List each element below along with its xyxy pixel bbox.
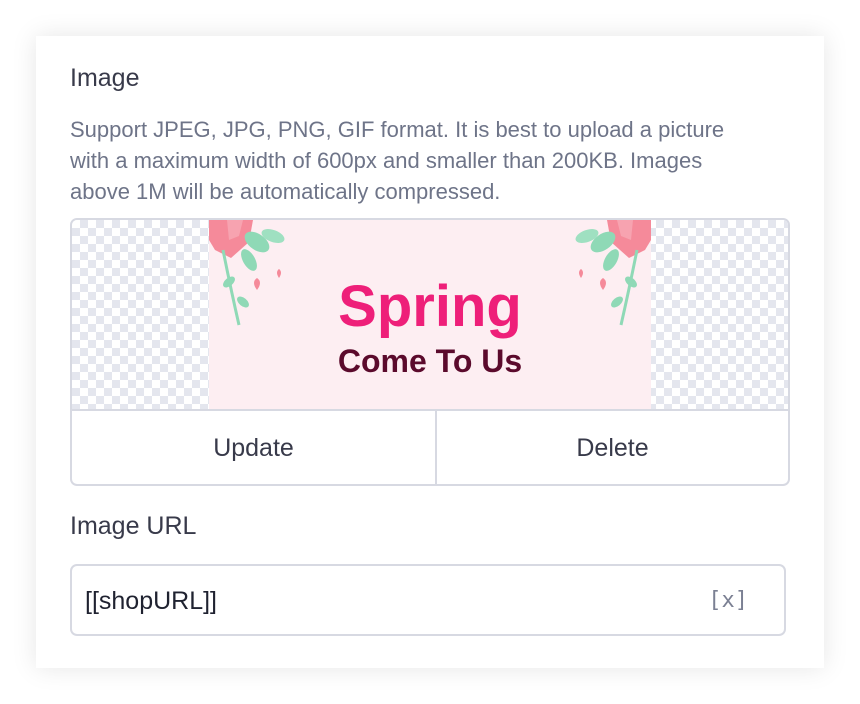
right-floral-decoration: [575, 220, 651, 326]
image-settings-panel: Image Support JPEG, JPG, PNG, GIF format…: [36, 36, 824, 668]
left-floral-decoration: [209, 220, 285, 326]
update-button[interactable]: Update: [72, 411, 437, 484]
image-url-input[interactable]: [[shopURL]] [x]: [70, 564, 786, 636]
delete-button[interactable]: Delete: [437, 411, 788, 484]
banner-headline: Spring: [338, 274, 522, 339]
image-url-label: Image URL: [70, 512, 197, 540]
banner-image: Spring Come To Us: [209, 220, 651, 409]
image-uploader: Spring Come To Us Update Delete: [70, 218, 790, 486]
banner-artwork: Spring Come To Us: [209, 220, 651, 379]
image-action-buttons: Update Delete: [72, 409, 788, 484]
banner-subline: Come To Us: [338, 343, 522, 379]
clear-url-button[interactable]: [x]: [708, 588, 748, 613]
image-preview: Spring Come To Us: [72, 220, 788, 409]
image-help-text: Support JPEG, JPG, PNG, GIF format. It i…: [70, 117, 725, 204]
image-section-title: Image: [70, 64, 140, 92]
image-url-value[interactable]: [[shopURL]]: [85, 587, 217, 616]
